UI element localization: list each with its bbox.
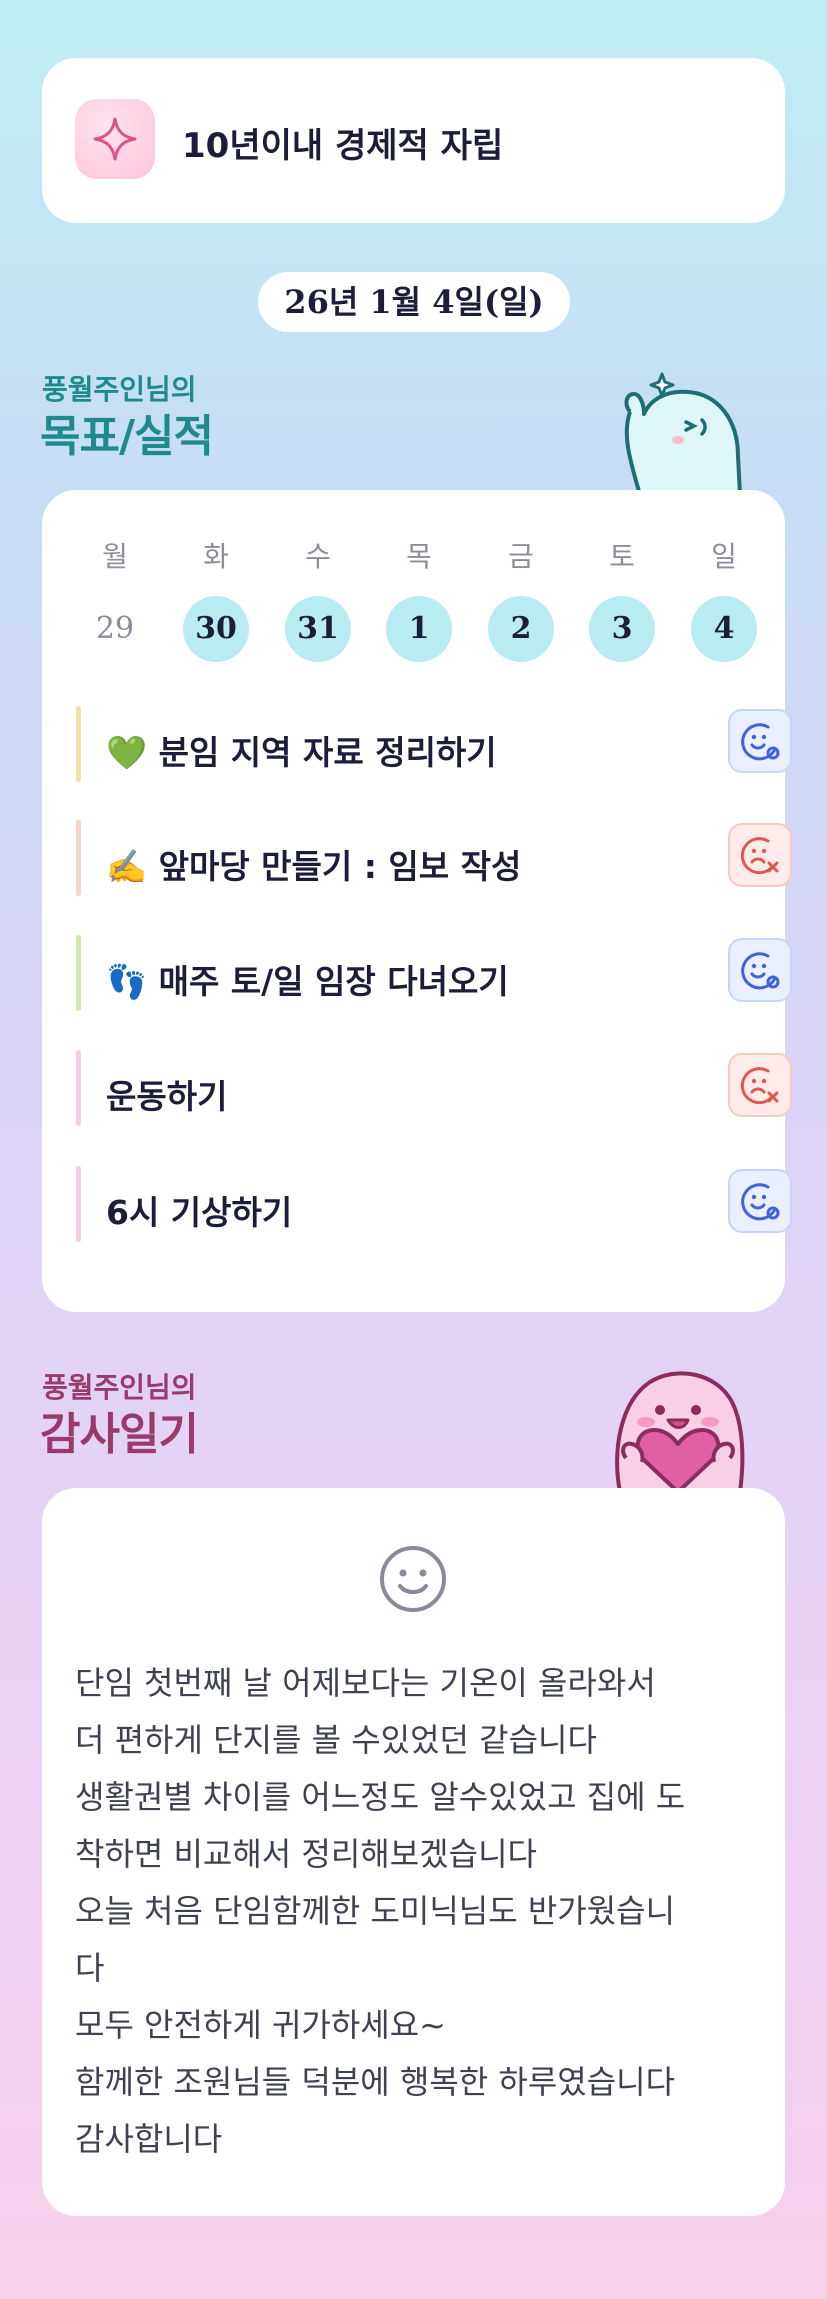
task-label: ✍️ 앞마당 만들기 : 임보 작성 [106, 847, 522, 886]
status-done-button[interactable] [728, 938, 792, 1002]
weekday-fri: 금 [508, 540, 534, 573]
performance-title: 목표/실적 [40, 411, 214, 462]
smile-check-icon [741, 723, 780, 761]
task-bar [76, 820, 81, 896]
heart-mascot-icon [615, 1371, 745, 1492]
diary-text-line: 단임 첫번째 날 어제보다는 기온이 올라와서 [75, 1664, 656, 1702]
task-item[interactable]: 👣 매주 토/일 임장 다녀오기 [76, 935, 792, 1011]
task-item[interactable]: 운동하기 [76, 1050, 792, 1126]
task-item[interactable]: ✍️ 앞마당 만들기 : 임보 작성 [76, 820, 792, 896]
status-fail-button[interactable] [728, 823, 792, 887]
day-2[interactable]: 2 [488, 596, 554, 662]
day-3[interactable]: 3 [589, 596, 655, 662]
task-bar [76, 935, 81, 1011]
task-label: 운동하기 [106, 1077, 228, 1116]
weekday-sun: 일 [711, 540, 737, 573]
diary-text-line: 생활권별 차이를 어느정도 알수있었고 집에 도 [75, 1778, 686, 1816]
day-4[interactable]: 4 [691, 596, 757, 662]
diary-text-line: 착하면 비교해서 정리해보겠습니다 [75, 1835, 537, 1873]
status-done-button[interactable] [728, 1169, 792, 1233]
task-bar [76, 706, 81, 782]
task-label: 💚 분임 지역 자료 정리하기 [106, 733, 497, 772]
smile-check-icon [741, 952, 780, 990]
smile-check-icon [741, 1183, 780, 1221]
diary-text-line: 함께한 조원님들 덕분에 행복한 하루였습니다 [75, 2063, 676, 2101]
day-30[interactable]: 30 [183, 596, 249, 662]
day-1[interactable]: 1 [386, 596, 452, 662]
sparkle-icon [75, 99, 155, 179]
weekday-wed: 수 [305, 540, 331, 573]
weekday-thu: 목 [406, 540, 432, 573]
weekday-tue: 화 [203, 540, 229, 573]
goal-tracker-card: 월 화 수 목 금 토 일 29 30 31 1 2 3 4 💚 분임 지역 자… [42, 490, 792, 1312]
task-label: 6시 기상하기 [106, 1193, 293, 1232]
task-bar [76, 1050, 81, 1126]
diary-text-line: 다 [75, 1949, 105, 1987]
task-item[interactable]: 6시 기상하기 [76, 1166, 792, 1242]
task-label: 👣 매주 토/일 임장 다녀오기 [106, 962, 509, 1001]
weekday-mon: 월 [102, 540, 128, 573]
smile-icon [380, 1546, 446, 1612]
gratitude-title: 감사일기 [40, 1409, 199, 1460]
date-label: 26년 1월 4일(일) [258, 272, 570, 332]
goal-title: 10년이내 경제적 자립 [182, 126, 504, 166]
diary-text-line: 모두 안전하게 귀가하세요~ [75, 2006, 446, 2044]
diary-text-line: 더 편하게 단지를 볼 수있었던 같습니다 [75, 1721, 597, 1759]
diary-text-line: 오늘 처음 단임함께한 도미닉님도 반가웠습니 [75, 1892, 676, 1930]
day-29[interactable]: 29 [82, 596, 148, 662]
goal-card[interactable]: 10년이내 경제적 자립 [42, 58, 785, 223]
status-fail-button[interactable] [728, 1053, 792, 1117]
sad-x-icon [740, 837, 779, 875]
task-item[interactable]: 💚 분임 지역 자료 정리하기 [76, 706, 792, 782]
sad-x-icon [740, 1067, 779, 1105]
gratitude-diary-card: 단임 첫번째 날 어제보다는 기온이 올라와서 더 편하게 단지를 볼 수있었던… [42, 1488, 785, 2216]
cheering-mascot-icon [624, 372, 742, 495]
diary-text-line: 감사합니다 [75, 2120, 223, 2158]
task-bar [76, 1166, 81, 1242]
status-done-button[interactable] [728, 709, 792, 773]
day-31[interactable]: 31 [285, 596, 351, 662]
weekday-sat: 토 [609, 540, 635, 573]
